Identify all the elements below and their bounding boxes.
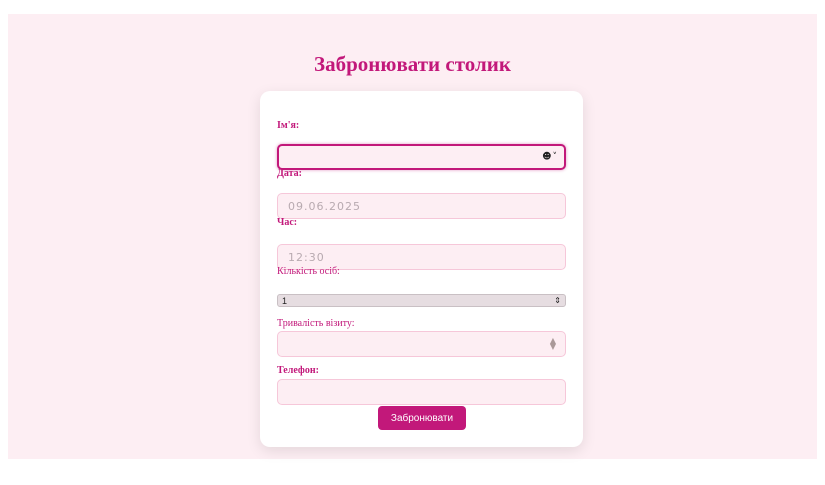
name-label: Ім'я: [277, 120, 300, 131]
phone-label: Телефон: [277, 365, 319, 376]
contact-autofill-icon[interactable]: ☻˅ [542, 152, 558, 162]
name-input[interactable]: ☻˅ [277, 144, 566, 170]
booking-form-card: Ім'я: ☻˅ Дата: 09.06.2025 Час: 12:30 Кіл… [260, 91, 583, 447]
submit-button[interactable]: Забронювати [378, 406, 466, 430]
guests-select[interactable]: 1 ⇕ [277, 294, 566, 307]
page-background: Забронювати столик Ім'я: ☻˅ Дата: 09.06.… [8, 14, 817, 459]
date-label: Дата: [277, 168, 302, 179]
date-value: 09.06.2025 [288, 199, 361, 213]
updown-arrows-icon: ⇕ [554, 296, 561, 305]
time-value: 12:30 [288, 250, 325, 264]
phone-input[interactable] [277, 379, 566, 405]
duration-input[interactable]: ▲ ▼ [277, 331, 566, 357]
duration-label: Тривалість візиту: [277, 318, 355, 329]
number-stepper-icon[interactable]: ▲ ▼ [550, 337, 557, 351]
date-input[interactable]: 09.06.2025 [277, 193, 566, 219]
guests-label: Кількість осіб: [277, 266, 340, 277]
guests-value: 1 [282, 295, 288, 306]
page-title: Забронювати столик [314, 52, 511, 76]
time-label: Час: [277, 217, 298, 228]
